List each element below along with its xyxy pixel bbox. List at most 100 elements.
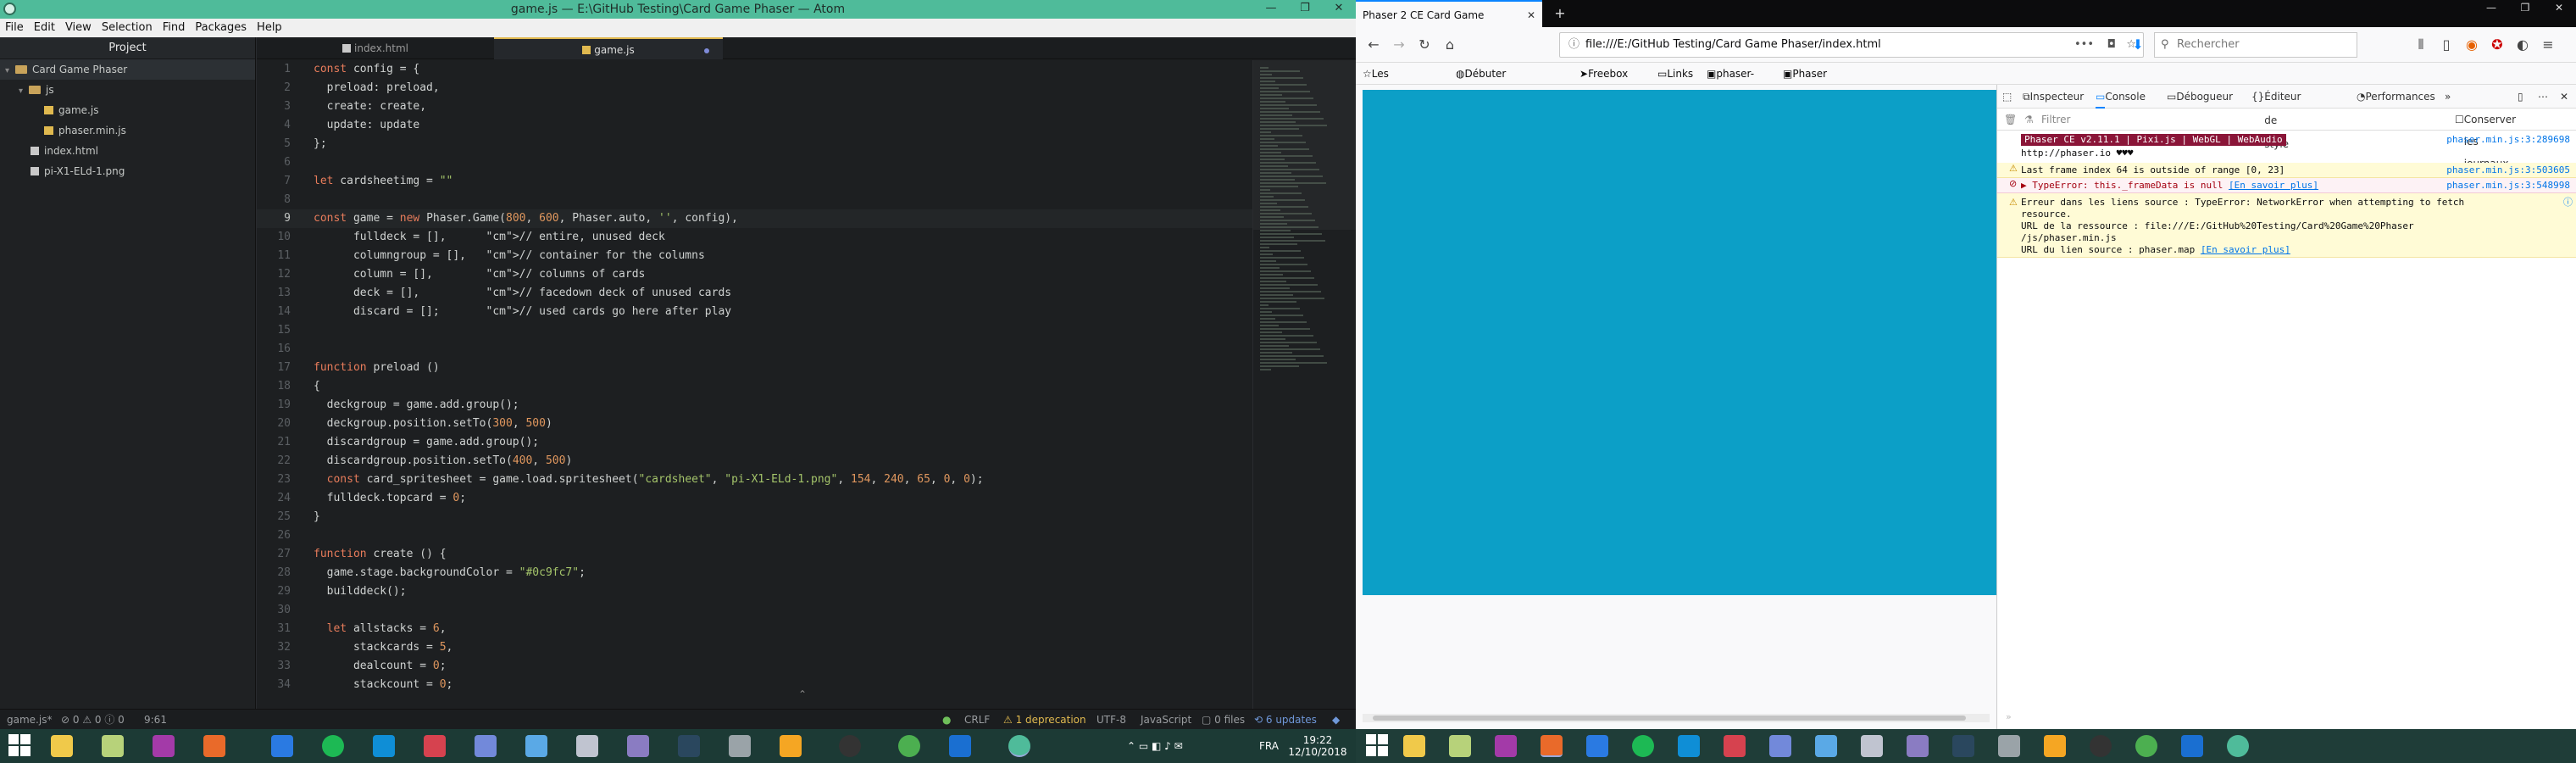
status-grammar[interactable]: JavaScript: [1141, 710, 1191, 730]
folder-icon[interactable]: [102, 735, 124, 757]
code-line[interactable]: 2 preload: preload,: [257, 79, 1252, 97]
code-line[interactable]: 17 function preload (): [257, 359, 1252, 377]
code-line[interactable]: 23 const card_spritesheet = game.load.sp…: [257, 471, 1252, 489]
minimize-button[interactable]: —: [1254, 0, 1288, 19]
code-line[interactable]: 24 fulldeck.topcard = 0;: [257, 489, 1252, 508]
close-tab-icon[interactable]: ✕: [1527, 2, 1535, 29]
minimap[interactable]: [1252, 60, 1357, 712]
skype-icon[interactable]: [1678, 735, 1700, 757]
filter-input[interactable]: Filtrer: [2041, 109, 2070, 131]
code-line[interactable]: 12 column = [], "cm">// columns of cards: [257, 265, 1252, 284]
chrome-icon[interactable]: [2135, 735, 2157, 757]
bookmark-freebox[interactable]: ➤ Freebox OS: [1579, 63, 1628, 102]
tab-game-js[interactable]: game.js: [494, 37, 723, 59]
app-icon[interactable]: [2044, 735, 2066, 757]
app-icon[interactable]: [1907, 735, 1929, 757]
steam-icon[interactable]: [1952, 735, 1974, 757]
steam-icon[interactable]: [678, 735, 700, 757]
menu-edit[interactable]: Edit: [29, 19, 60, 37]
atom-taskbar-icon[interactable]: [2227, 735, 2249, 757]
pocket-icon[interactable]: ◘: [2107, 33, 2116, 57]
code-line[interactable]: 25}: [257, 508, 1252, 526]
horizontal-scrollbar[interactable]: [1363, 714, 1990, 722]
tab-index-html[interactable]: index.html: [257, 37, 494, 59]
project-tree-header[interactable]: Project: [0, 37, 255, 59]
code-line[interactable]: 33 dealcount = 0;: [257, 657, 1252, 676]
maximize-button[interactable]: ❐: [1288, 0, 1322, 19]
unity-icon[interactable]: [576, 735, 598, 757]
menu-selection[interactable]: Selection: [97, 19, 158, 37]
home-icon[interactable]: ⌂: [1441, 36, 1459, 54]
code-line[interactable]: 3 create: create,: [257, 97, 1252, 116]
windows-start-icon[interactable]: [1366, 734, 1390, 758]
close-button[interactable]: ✕: [2542, 0, 2576, 15]
download-icon[interactable]: ⬇: [2129, 36, 2147, 54]
github-icon[interactable]: ◆: [1332, 710, 1340, 730]
message-location[interactable]: phaser.min.js:3:289698: [2446, 134, 2570, 146]
code-line[interactable]: 19 deckgroup = game.add.group();: [257, 396, 1252, 415]
maximize-button[interactable]: ❐: [2508, 0, 2542, 15]
skype-icon[interactable]: [373, 735, 395, 757]
persist-logs-checkbox[interactable]: ☐ Conserver les journaux: [2455, 109, 2516, 170]
code-line[interactable]: 32 stackcards = 5,: [257, 638, 1252, 657]
code-line[interactable]: 22 discardgroup.position.setTo(400, 500): [257, 452, 1252, 471]
tab-phaser-card-game[interactable]: Phaser 2 CE Card Game ✕: [1356, 0, 1542, 27]
menu-view[interactable]: View: [60, 19, 97, 37]
addon-icon[interactable]: ✪: [2488, 36, 2507, 54]
folder-icon[interactable]: [1449, 735, 1471, 757]
bookmark-getting-started[interactable]: ◍ Débuter avec Firefox: [1456, 63, 1506, 124]
status-files[interactable]: ▢ 0 files: [1202, 710, 1245, 730]
tree-item-game-js[interactable]: game.js: [0, 100, 255, 120]
code-line[interactable]: 7 let cardsheetimg = "": [257, 172, 1252, 191]
code-line[interactable]: 29 builddeck();: [257, 582, 1252, 601]
status-cursor[interactable]: 9:61: [144, 710, 167, 730]
app-icon[interactable]: [424, 735, 446, 757]
status-deprecation[interactable]: ⚠ 1 deprecation: [1003, 710, 1086, 730]
language-indicator[interactable]: FRA: [1259, 729, 1279, 763]
code-line[interactable]: 13 deck = [], "cm">// facedown deck of u…: [257, 284, 1252, 303]
chrome-icon[interactable]: [898, 735, 920, 757]
menu-file[interactable]: File: [0, 19, 29, 37]
forward-icon[interactable]: →: [1390, 36, 1408, 54]
code-line[interactable]: 4 update: update: [257, 116, 1252, 135]
library-icon[interactable]: ⫴: [2412, 36, 2430, 54]
new-tab-button[interactable]: +: [1549, 0, 1571, 27]
learn-more-link[interactable]: [En savoir plus]: [2201, 244, 2290, 255]
tree-item-root-folder[interactable]: ▾ Card Game Phaser: [0, 59, 255, 80]
spotify-icon[interactable]: [1632, 735, 1654, 757]
minimize-button[interactable]: —: [2474, 0, 2508, 15]
sidebar-icon[interactable]: ▯: [2437, 36, 2456, 54]
message-location[interactable]: phaser.min.js:3:503605: [2446, 164, 2570, 176]
windows-start-icon[interactable]: [8, 734, 32, 758]
code-area[interactable]: 1 const config = {2 preload: preload, 3 cr…: [257, 60, 1252, 712]
code-line[interactable]: 6: [257, 153, 1252, 172]
reload-icon[interactable]: ↻: [1415, 36, 1434, 54]
extension-icon[interactable]: ◉: [2462, 36, 2481, 54]
app-icon[interactable]: [729, 735, 751, 757]
bookmark-most-visited[interactable]: ☆ Les plus visités: [1363, 63, 1404, 124]
scrollbar-thumb[interactable]: [1373, 716, 1966, 721]
firefox-icon[interactable]: [203, 735, 225, 757]
status-file[interactable]: game.js*: [7, 710, 52, 730]
close-devtools-icon[interactable]: ✕: [2560, 85, 2568, 109]
status-problems[interactable]: ⊘ 0 ⚠ 0 ⓘ 0: [61, 710, 125, 730]
onenote-icon[interactable]: [153, 735, 175, 757]
learn-more-link[interactable]: [En savoir plus]: [2229, 180, 2318, 191]
code-line[interactable]: 15: [257, 321, 1252, 340]
unity-icon[interactable]: [1861, 735, 1883, 757]
discord-icon[interactable]: [475, 735, 497, 757]
tree-item-js-folder[interactable]: ▾ js: [0, 80, 255, 100]
code-line[interactable]: 28 game.stage.backgroundColor = "#0c9fc7…: [257, 564, 1252, 582]
code-line[interactable]: 18 {: [257, 377, 1252, 396]
more-tabs-icon[interactable]: »: [2445, 85, 2451, 109]
code-line[interactable]: 11 columngroup = [], "cm">// container f…: [257, 247, 1252, 265]
element-picker-icon[interactable]: ⬚: [2002, 85, 2012, 109]
tree-item-index-html[interactable]: index.html: [0, 141, 255, 161]
obs-icon[interactable]: [839, 735, 861, 757]
app-icon[interactable]: [780, 735, 802, 757]
app-icon[interactable]: [2181, 735, 2203, 757]
firefox-icon[interactable]: [1541, 735, 1563, 757]
tab-editeur-de-style[interactable]: {} Éditeur de style: [2251, 85, 2301, 150]
app-icon[interactable]: [627, 735, 649, 757]
code-line[interactable]: 21 discardgroup = game.add.group();: [257, 433, 1252, 452]
